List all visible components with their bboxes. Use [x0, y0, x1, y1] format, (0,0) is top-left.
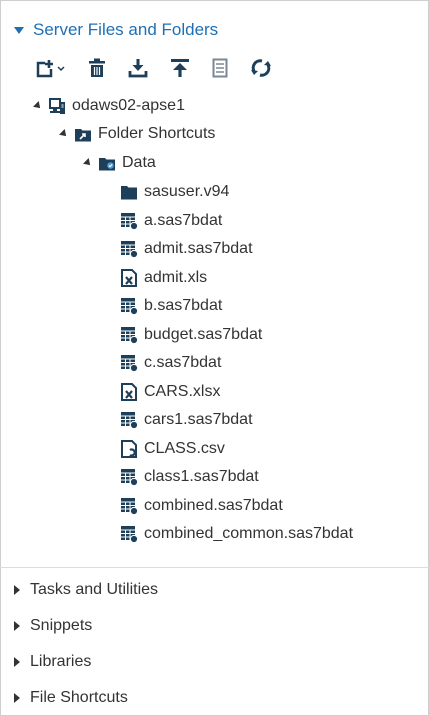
tree-node-label: odaws02-apse1: [72, 97, 185, 114]
tree-file-item[interactable]: combined_common.sas7bdat: [120, 520, 353, 548]
tree-file-item[interactable]: combined.sas7bdat: [120, 492, 283, 520]
tree-file-item[interactable]: a.sas7bdat: [120, 207, 222, 235]
section-snippets[interactable]: Snippets: [14, 614, 92, 638]
tree-file-label: combined.sas7bdat: [144, 497, 283, 514]
section-label: Libraries: [30, 653, 92, 670]
properties-icon: [212, 58, 228, 78]
refresh-button[interactable]: [250, 58, 272, 78]
properties-button[interactable]: [212, 58, 228, 78]
file-tree: odaws02-apse1 Folder Shortcuts Data sasu…: [0, 92, 429, 562]
tree-file-item[interactable]: budget.sas7bdat: [120, 321, 262, 349]
tree-file-label: b.sas7bdat: [144, 297, 223, 314]
tree-node-folder-shortcuts[interactable]: Folder Shortcuts: [59, 120, 216, 148]
tree-node-server[interactable]: odaws02-apse1: [33, 92, 185, 120]
excel-file-icon: [120, 383, 138, 401]
data-folder-icon: [98, 154, 116, 172]
tree-file-label: CLASS.csv: [144, 440, 225, 457]
download-icon: [128, 59, 148, 78]
sas-table-icon: [120, 497, 138, 515]
tree-file-item[interactable]: b.sas7bdat: [120, 292, 222, 320]
tree-file-item[interactable]: c.sas7bdat: [120, 349, 221, 377]
tree-file-label: a.sas7bdat: [144, 212, 223, 229]
tree-file-item[interactable]: class1.sas7bdat: [120, 463, 259, 491]
upload-icon: [171, 59, 189, 77]
section-label: Snippets: [30, 617, 93, 634]
upload-button[interactable]: [170, 58, 190, 78]
delete-icon: [89, 58, 105, 77]
new-menu-button[interactable]: [36, 58, 66, 78]
caret-right-icon: [14, 621, 20, 631]
tree-file-item[interactable]: admit.sas7bdat: [120, 235, 253, 263]
tree-file-item[interactable]: CARS.xlsx: [120, 378, 220, 406]
sas-table-icon: [120, 212, 138, 230]
expand-toggle-icon[interactable]: [83, 158, 93, 168]
sas-table-icon: [120, 240, 138, 258]
delete-button[interactable]: [88, 58, 106, 78]
panel-title: Server Files and Folders: [33, 20, 219, 39]
section-file-shortcuts[interactable]: File Shortcuts: [14, 686, 128, 710]
tree-file-label: sasuser.v94: [144, 183, 230, 200]
section-tasks-utilities[interactable]: Tasks and Utilities: [14, 578, 158, 602]
server-icon: [48, 97, 66, 115]
tree-file-label: c.sas7bdat: [144, 354, 222, 371]
expand-toggle-icon[interactable]: [33, 101, 43, 111]
tree-file-label: combined_common.sas7bdat: [144, 525, 354, 542]
caret-right-icon: [14, 657, 20, 667]
tree-file-label: class1.sas7bdat: [144, 468, 259, 485]
tree-file-item[interactable]: admit.xls: [120, 264, 207, 292]
caret-right-icon: [14, 585, 20, 595]
caret-down-icon: [14, 26, 24, 34]
sas-table-icon: [120, 525, 138, 543]
refresh-icon: [251, 59, 271, 77]
toolbar: [36, 56, 294, 80]
tree-file-label: cars1.sas7bdat: [144, 411, 253, 428]
sas-table-icon: [120, 297, 138, 315]
tree-file-label: admit.sas7bdat: [144, 240, 253, 257]
new-menu-icon: [36, 60, 65, 78]
section-label: File Shortcuts: [30, 689, 128, 706]
tree-file-label: admit.xls: [144, 269, 208, 286]
tree-node-data[interactable]: Data: [83, 149, 156, 177]
tree-node-label: Folder Shortcuts: [98, 125, 216, 142]
tree-file-item[interactable]: cars1.sas7bdat: [120, 406, 253, 434]
section-divider: [0, 567, 429, 568]
csv-file-icon: [120, 440, 138, 458]
folder-icon: [120, 183, 138, 201]
sas-table-icon: [120, 354, 138, 372]
folder-shortcut-icon: [74, 125, 92, 143]
tree-node-label: Data: [122, 154, 156, 171]
expand-toggle-icon[interactable]: [59, 129, 69, 139]
tree-file-item[interactable]: CLASS.csv: [120, 435, 225, 463]
section-label: Tasks and Utilities: [30, 581, 159, 598]
excel-file-icon: [120, 269, 138, 287]
sas-table-icon: [120, 326, 138, 344]
caret-right-icon: [14, 693, 20, 703]
tree-file-label: CARS.xlsx: [144, 383, 221, 400]
sas-table-icon: [120, 411, 138, 429]
sas-table-icon: [120, 468, 138, 486]
download-button[interactable]: [128, 58, 148, 78]
tree-file-label: budget.sas7bdat: [144, 326, 263, 343]
tree-file-item[interactable]: sasuser.v94: [120, 178, 229, 206]
server-files-header[interactable]: Server Files and Folders: [14, 18, 218, 42]
section-libraries[interactable]: Libraries: [14, 650, 91, 674]
